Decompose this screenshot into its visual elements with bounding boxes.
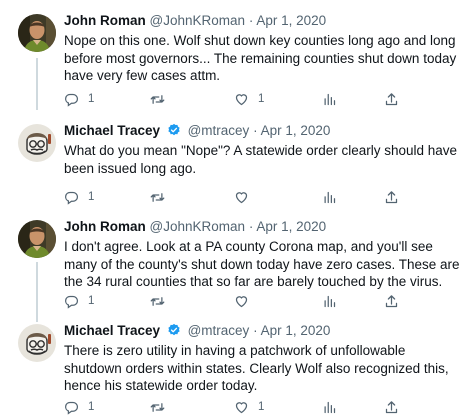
reply-count: 1 [88, 93, 95, 105]
like-icon [234, 400, 249, 415]
views-button[interactable] [322, 292, 337, 310]
reply-icon [64, 92, 79, 107]
tweet-text: What do you mean "Nope"? A statewide ord… [64, 143, 458, 176]
separator: · [253, 123, 258, 138]
retweet-icon [150, 190, 165, 205]
tweet-text: I don't agree. Look at a PA county Coron… [64, 239, 460, 290]
avatar[interactable] [18, 220, 56, 258]
like-icon [234, 190, 249, 205]
separator: · [253, 323, 258, 338]
tweet-text: There is zero utility in having a patchw… [64, 343, 449, 394]
separator: · [248, 219, 254, 234]
share-button[interactable] [384, 398, 399, 416]
like-button[interactable]: 1 [234, 398, 264, 416]
like-count: 1 [258, 401, 265, 413]
display-name[interactable]: Michael Tracey [64, 123, 160, 138]
like-button[interactable]: 1 [234, 90, 264, 108]
like-button[interactable] [234, 292, 258, 310]
reply-icon [64, 294, 79, 309]
views-button[interactable] [322, 188, 337, 206]
retweet-button[interactable] [150, 188, 174, 206]
action-bar: 1 [64, 188, 474, 206]
handle[interactable]: @mtracey [188, 123, 250, 138]
avatar[interactable] [18, 324, 56, 362]
display-name[interactable]: John Roman [64, 219, 146, 234]
retweet-icon [150, 294, 165, 309]
reply-button[interactable]: 1 [64, 90, 94, 108]
avatar[interactable] [18, 14, 56, 52]
retweet-icon [150, 92, 165, 107]
tweet-text: Nope on this one. Wolf shut down key cou… [64, 33, 457, 84]
display-name[interactable]: Michael Tracey [64, 323, 160, 338]
retweet-icon [150, 400, 165, 415]
reply-button[interactable]: 1 [64, 188, 94, 206]
handle[interactable]: @JohnKRoman [150, 13, 246, 28]
reply-icon [64, 400, 79, 415]
verified-badge-icon [167, 123, 181, 137]
display-name[interactable]: John Roman [64, 13, 146, 28]
share-icon [384, 92, 399, 107]
reply-count: 1 [88, 401, 95, 413]
views-icon [322, 294, 337, 309]
views-button[interactable] [322, 398, 337, 416]
retweet-button[interactable] [150, 398, 174, 416]
share-icon [384, 400, 399, 415]
like-count: 1 [258, 93, 265, 105]
verified-badge-icon [167, 323, 181, 337]
action-bar: 1 1 [64, 398, 474, 416]
avatar[interactable] [18, 124, 56, 162]
retweet-button[interactable] [150, 292, 174, 310]
timestamp[interactable]: Apr 1, 2020 [261, 123, 331, 138]
reply-button[interactable]: 1 [64, 292, 94, 310]
share-button[interactable] [384, 188, 399, 206]
reply-icon [64, 190, 79, 205]
timestamp[interactable]: Apr 1, 2020 [256, 219, 326, 234]
like-icon [234, 294, 249, 309]
views-icon [322, 92, 337, 107]
retweet-button[interactable] [150, 90, 174, 108]
separator: · [248, 13, 254, 28]
tweet-header: John Roman @JohnKRoman · Apr 1, 2020 [64, 218, 326, 236]
handle[interactable]: @mtracey [188, 323, 250, 338]
thread-connector [36, 58, 38, 110]
share-button[interactable] [384, 292, 399, 310]
share-button[interactable] [384, 90, 399, 108]
like-button[interactable] [234, 188, 258, 206]
views-button[interactable] [322, 90, 337, 108]
share-icon [384, 190, 399, 205]
tweet-header: Michael Tracey @mtracey · Apr 1, 2020 [64, 122, 330, 140]
reply-thread: John Roman @JohnKRoman · Apr 1, 2020 Nop… [0, 0, 474, 418]
tweet[interactable]: Michael Tracey @mtracey · Apr 1, 2020 Wh… [0, 110, 474, 206]
tweet[interactable]: Michael Tracey @mtracey · Apr 1, 2020 Th… [0, 310, 474, 418]
reply-count: 1 [88, 191, 95, 203]
reply-count: 1 [88, 295, 95, 307]
reply-button[interactable]: 1 [64, 398, 94, 416]
tweet[interactable]: John Roman @JohnKRoman · Apr 1, 2020 I d… [0, 206, 474, 322]
like-icon [234, 92, 249, 107]
handle[interactable]: @JohnKRoman [150, 219, 246, 234]
share-icon [384, 294, 399, 309]
timestamp[interactable]: Apr 1, 2020 [256, 13, 326, 28]
action-bar: 1 [64, 292, 474, 310]
views-icon [322, 190, 337, 205]
action-bar: 1 1 [64, 90, 474, 108]
tweet[interactable]: John Roman @JohnKRoman · Apr 1, 2020 Nop… [0, 0, 474, 110]
tweet-header: John Roman @JohnKRoman · Apr 1, 2020 [64, 12, 326, 30]
views-icon [322, 400, 337, 415]
timestamp[interactable]: Apr 1, 2020 [261, 323, 331, 338]
tweet-header: Michael Tracey @mtracey · Apr 1, 2020 [64, 322, 330, 340]
